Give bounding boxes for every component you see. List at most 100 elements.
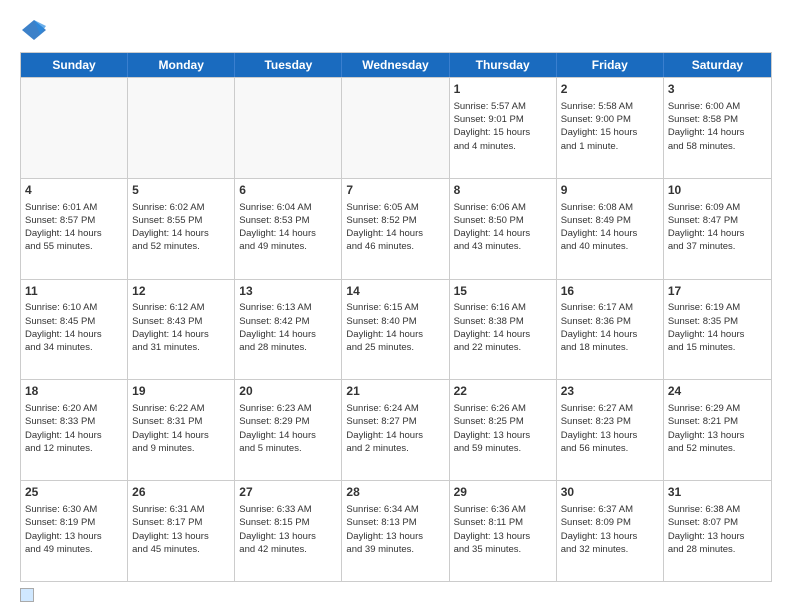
- day-info-line: Daylight: 14 hours: [561, 328, 659, 341]
- day-info-line: and 15 minutes.: [668, 341, 767, 354]
- calendar-cell: 6Sunrise: 6:04 AMSunset: 8:53 PMDaylight…: [235, 179, 342, 279]
- calendar-cell: 18Sunrise: 6:20 AMSunset: 8:33 PMDayligh…: [21, 380, 128, 480]
- day-number: 3: [668, 81, 767, 98]
- calendar-cell: 26Sunrise: 6:31 AMSunset: 8:17 PMDayligh…: [128, 481, 235, 581]
- day-info-line: Sunrise: 6:20 AM: [25, 402, 123, 415]
- calendar-cell: 9Sunrise: 6:08 AMSunset: 8:49 PMDaylight…: [557, 179, 664, 279]
- day-info-line: Sunrise: 6:17 AM: [561, 301, 659, 314]
- calendar-cell: [342, 78, 449, 178]
- calendar-cell: 22 Sunrise: 6:26 AMSunset: 8:25 PMDayligh…: [450, 380, 557, 480]
- logo-icon: [20, 16, 48, 44]
- day-info-line: and 18 minutes.: [561, 341, 659, 354]
- calendar-cell: 14Sunrise: 6:15 AMSunset: 8:40 PMDayligh…: [342, 280, 449, 380]
- day-info-line: and 4 minutes.: [454, 140, 552, 153]
- day-number: 11: [25, 283, 123, 300]
- day-number: 30: [561, 484, 659, 501]
- day-info-line: Sunrise: 6:01 AM: [25, 201, 123, 214]
- calendar-body: 1Sunrise: 5:57 AMSunset: 9:01 PMDaylight…: [21, 77, 771, 581]
- day-info-line: Sunset: 8:11 PM: [454, 516, 552, 529]
- day-info-line: Daylight: 13 hours: [668, 429, 767, 442]
- calendar-cell: 7Sunrise: 6:05 AMSunset: 8:52 PMDaylight…: [342, 179, 449, 279]
- day-info-line: Daylight: 15 hours: [454, 126, 552, 139]
- day-info-line: Daylight: 14 hours: [454, 328, 552, 341]
- day-number: 12: [132, 283, 230, 300]
- day-info-line: Sunrise: 6:06 AM: [454, 201, 552, 214]
- calendar-cell: 4Sunrise: 6:01 AMSunset: 8:57 PMDaylight…: [21, 179, 128, 279]
- day-info-line: Sunset: 8:23 PM: [561, 415, 659, 428]
- calendar-cell: 8Sunrise: 6:06 AMSunset: 8:50 PMDaylight…: [450, 179, 557, 279]
- calendar-cell: 19Sunrise: 6:22 AMSunset: 8:31 PMDayligh…: [128, 380, 235, 480]
- day-info-line: Daylight: 14 hours: [239, 328, 337, 341]
- day-info-line: and 58 minutes.: [668, 140, 767, 153]
- day-info-line: Sunrise: 6:31 AM: [132, 503, 230, 516]
- day-info-line: Daylight: 15 hours: [561, 126, 659, 139]
- header-tuesday: Tuesday: [235, 53, 342, 77]
- day-info-line: Sunset: 9:01 PM: [454, 113, 552, 126]
- day-info-line: Daylight: 13 hours: [25, 530, 123, 543]
- day-info-line: and 25 minutes.: [346, 341, 444, 354]
- day-info-line: Daylight: 13 hours: [668, 530, 767, 543]
- header-friday: Friday: [557, 53, 664, 77]
- day-info-line: Daylight: 14 hours: [561, 227, 659, 240]
- calendar-header-row: SundayMondayTuesdayWednesdayThursdayFrid…: [21, 53, 771, 77]
- day-info-line: and 31 minutes.: [132, 341, 230, 354]
- day-info-line: Sunrise: 6:09 AM: [668, 201, 767, 214]
- day-number: 25: [25, 484, 123, 501]
- calendar-week-2: 4Sunrise: 6:01 AMSunset: 8:57 PMDaylight…: [21, 178, 771, 279]
- header-monday: Monday: [128, 53, 235, 77]
- day-info-line: Sunset: 8:40 PM: [346, 315, 444, 328]
- day-info-line: Sunrise: 6:04 AM: [239, 201, 337, 214]
- day-info-line: Daylight: 14 hours: [132, 328, 230, 341]
- day-info-line: Sunset: 8:49 PM: [561, 214, 659, 227]
- day-info-line: Sunset: 8:15 PM: [239, 516, 337, 529]
- calendar-cell: 20Sunrise: 6:23 AMSunset: 8:29 PMDayligh…: [235, 380, 342, 480]
- day-number: 16: [561, 283, 659, 300]
- header: [20, 16, 772, 44]
- day-info-line: Sunset: 8:35 PM: [668, 315, 767, 328]
- day-info-line: Daylight: 13 hours: [561, 530, 659, 543]
- day-info-line: Sunset: 9:00 PM: [561, 113, 659, 126]
- calendar-cell: [128, 78, 235, 178]
- calendar-cell: 30Sunrise: 6:37 AMSunset: 8:09 PMDayligh…: [557, 481, 664, 581]
- day-number: 27: [239, 484, 337, 501]
- day-info-line: and 32 minutes.: [561, 543, 659, 556]
- calendar-cell: 29Sunrise: 6:36 AMSunset: 8:11 PMDayligh…: [450, 481, 557, 581]
- day-info-line: and 5 minutes.: [239, 442, 337, 455]
- day-info-line: and 49 minutes.: [25, 543, 123, 556]
- calendar-cell: 31Sunrise: 6:38 AMSunset: 8:07 PMDayligh…: [664, 481, 771, 581]
- day-info-line: Sunrise: 6:05 AM: [346, 201, 444, 214]
- day-info-line: Sunrise: 6:24 AM: [346, 402, 444, 415]
- day-info-line: and 37 minutes.: [668, 240, 767, 253]
- day-info-line: and 39 minutes.: [346, 543, 444, 556]
- day-info-line: Sunset: 8:25 PM: [454, 415, 552, 428]
- day-info-line: Sunrise: 6:26 AM: [454, 402, 552, 415]
- day-info-line: Sunset: 8:27 PM: [346, 415, 444, 428]
- day-number: 15: [454, 283, 552, 300]
- day-info-line: Sunset: 8:42 PM: [239, 315, 337, 328]
- day-info-line: Sunrise: 6:33 AM: [239, 503, 337, 516]
- day-info-line: Daylight: 14 hours: [25, 227, 123, 240]
- day-number: 22: [454, 383, 552, 400]
- day-number: 21: [346, 383, 444, 400]
- day-info-line: Daylight: 13 hours: [454, 429, 552, 442]
- day-info-line: Sunrise: 6:16 AM: [454, 301, 552, 314]
- day-info-line: Daylight: 14 hours: [25, 429, 123, 442]
- day-number: 14: [346, 283, 444, 300]
- day-info-line: and 1 minute.: [561, 140, 659, 153]
- day-info-line: and 59 minutes.: [454, 442, 552, 455]
- day-info-line: and 42 minutes.: [239, 543, 337, 556]
- day-info-line: Sunset: 8:43 PM: [132, 315, 230, 328]
- calendar-cell: 10Sunrise: 6:09 AMSunset: 8:47 PMDayligh…: [664, 179, 771, 279]
- header-saturday: Saturday: [664, 53, 771, 77]
- day-number: 19: [132, 383, 230, 400]
- day-info-line: Sunset: 8:07 PM: [668, 516, 767, 529]
- day-number: 1: [454, 81, 552, 98]
- day-info-line: Sunset: 8:09 PM: [561, 516, 659, 529]
- day-info-line: Sunrise: 6:22 AM: [132, 402, 230, 415]
- day-info-line: Sunrise: 6:02 AM: [132, 201, 230, 214]
- day-info-line: Sunset: 8:38 PM: [454, 315, 552, 328]
- day-info-line: Sunset: 8:57 PM: [25, 214, 123, 227]
- footer: [20, 588, 772, 602]
- day-info-line: Daylight: 13 hours: [561, 429, 659, 442]
- header-sunday: Sunday: [21, 53, 128, 77]
